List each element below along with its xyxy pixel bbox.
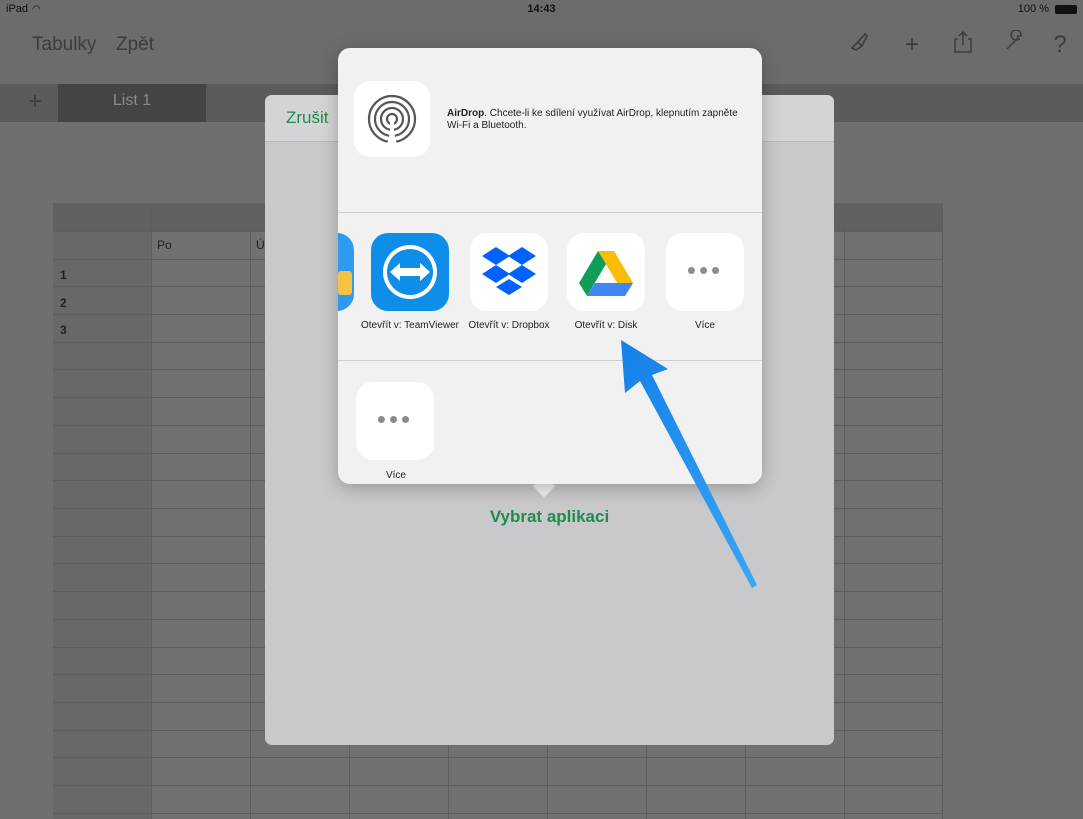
grid-column-line <box>844 203 845 819</box>
action-label-more: Více <box>385 470 406 481</box>
airdrop-text: . Chcete-li ke sdílení využívat AirDrop,… <box>447 108 738 131</box>
more-apps-button[interactable]: ••• <box>666 233 744 311</box>
grid-column-line <box>250 203 251 819</box>
app-label-dropbox: Otevřít v: Dropbox <box>468 320 550 331</box>
app-label-google-drive: Otevřít v: Disk <box>574 320 638 331</box>
grid-row-line <box>53 757 942 758</box>
plus-icon[interactable]: + <box>897 30 927 60</box>
help-icon[interactable]: ? <box>1045 30 1075 60</box>
wrench-icon[interactable] <box>1000 29 1030 60</box>
cancel-button[interactable]: Zrušit <box>286 108 329 128</box>
separator <box>338 360 762 361</box>
battery-label: 100 % <box>1017 3 1049 15</box>
partial-app-glyph <box>338 271 352 295</box>
clock: 14:43 <box>527 3 556 15</box>
more-icon: ••• <box>376 404 414 434</box>
row-number-1: 1 <box>60 268 67 282</box>
dropbox-icon[interactable] <box>470 233 548 311</box>
status-bar: iPad ◠ 14:43 100 % <box>0 0 1083 20</box>
airdrop-icon[interactable] <box>354 81 430 157</box>
more-icon: ••• <box>686 255 724 285</box>
add-sheet-button[interactable]: + <box>20 88 50 116</box>
teamviewer-icon[interactable] <box>371 233 449 311</box>
tables-button[interactable]: Tabulky <box>32 34 96 56</box>
choose-app-button[interactable]: Vybrat aplikaci <box>265 507 834 527</box>
grid-column-line <box>151 203 152 819</box>
grid-row-line <box>53 785 942 786</box>
row-number-2: 2 <box>60 296 67 310</box>
battery-icon <box>1055 5 1077 14</box>
brush-icon[interactable] <box>844 30 874 60</box>
partial-app-icon[interactable] <box>338 233 354 311</box>
back-button[interactable]: Zpět <box>116 34 154 56</box>
google-drive-icon[interactable] <box>567 233 645 311</box>
app-label-more: Více <box>694 320 715 331</box>
app-label-teamviewer: Otevřít v: TeamViewer <box>361 320 459 331</box>
share-icon[interactable] <box>948 30 978 62</box>
grid-column-line <box>942 203 943 819</box>
more-actions-button[interactable]: ••• <box>356 382 434 460</box>
column-header-ut: Ú <box>256 238 265 252</box>
airdrop-title: AirDrop <box>447 108 485 119</box>
grid-row-line <box>53 813 942 814</box>
row-number-3: 3 <box>60 323 67 337</box>
airdrop-description: AirDrop. Chcete-li ke sdílení využívat A… <box>447 108 747 132</box>
separator <box>338 212 762 213</box>
column-header-po: Po <box>157 238 172 252</box>
tab-list-1[interactable]: List 1 <box>58 84 206 122</box>
share-sheet: AirDrop. Chcete-li ke sdílení využívat A… <box>338 48 762 484</box>
